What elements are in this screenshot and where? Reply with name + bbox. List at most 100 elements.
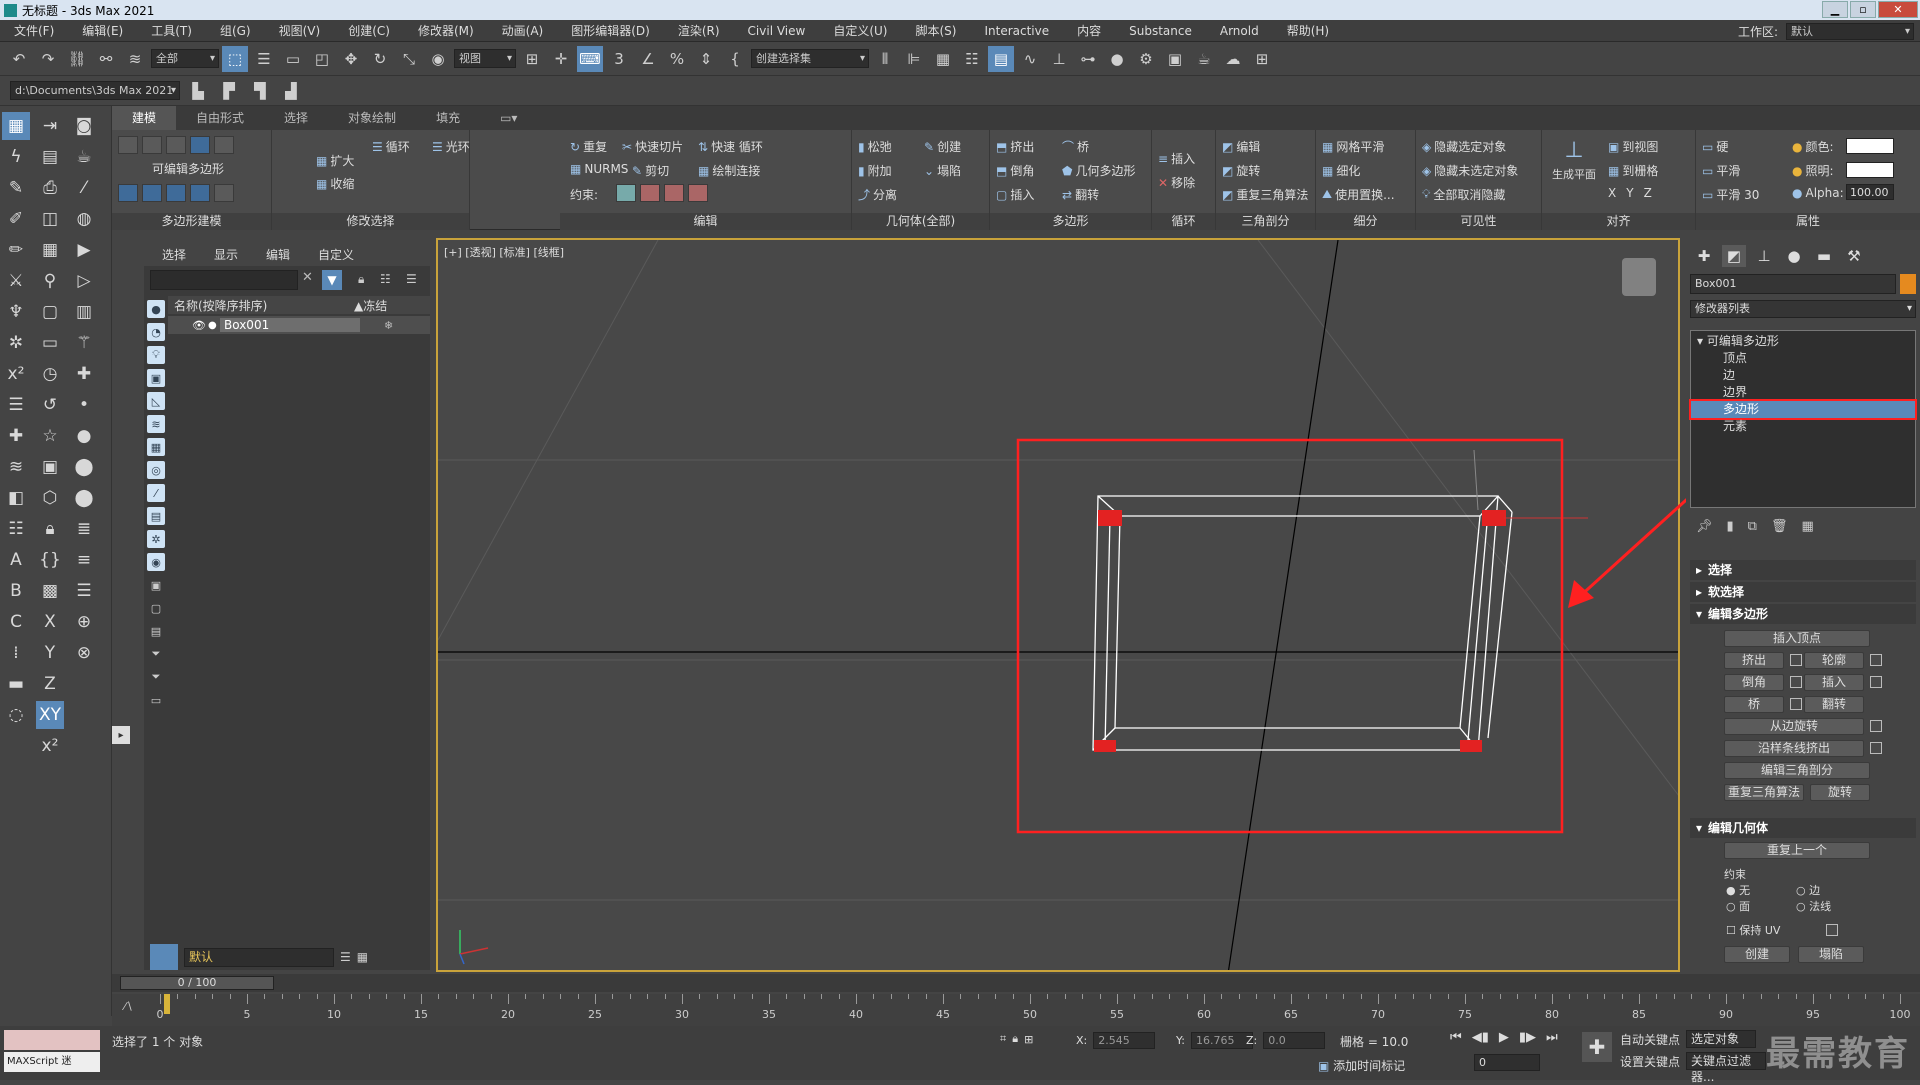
polygon-mode-button[interactable] (190, 136, 210, 154)
turn-rollout-button[interactable]: 旋转 (1810, 784, 1870, 801)
ring-button[interactable]: ☰ 光环 (432, 138, 470, 155)
hinge-settings-icon[interactable] (1870, 720, 1882, 732)
remove-modifier-icon[interactable]: 🗑︎ (1771, 519, 1788, 534)
modify-tab-icon[interactable]: ◩ (1722, 245, 1746, 267)
grid-dots-icon[interactable]: ⁞ (2, 639, 30, 667)
isolate-icon[interactable]: ⌗ (1000, 1032, 1006, 1046)
constraint-normal-radio[interactable]: ○ 法线 (1796, 898, 1831, 914)
stack-vertex[interactable]: 顶点 (1691, 350, 1915, 367)
stack-layers2-icon[interactable]: ≡ (70, 546, 98, 574)
column-name[interactable]: 名称(按降序排序) (174, 297, 354, 314)
filter-container-icon[interactable]: ▤ (147, 507, 165, 525)
element-mode-button[interactable] (214, 136, 234, 154)
unlink-icon[interactable]: ⚯ (93, 46, 119, 72)
create-tab-icon[interactable]: ✚ (1692, 245, 1716, 267)
nurms-button[interactable]: ▦ NURMS (570, 162, 628, 176)
lock-icon[interactable]: 🔒︎ (36, 515, 64, 543)
link-icon[interactable]: ⛓ (64, 46, 90, 72)
rollout-edit-geometry[interactable]: 编辑几何体 (1690, 818, 1916, 838)
paint-deform-icon[interactable]: ♆ (2, 298, 30, 326)
rendered-frame-icon[interactable]: ▣ (1162, 46, 1188, 72)
close-button[interactable]: ✕ (1878, 1, 1918, 18)
schematic-view-icon[interactable]: ⊶ (1075, 46, 1101, 72)
layer-off-icon[interactable]: ▭ (36, 329, 64, 357)
ruler-icon[interactable]: ▬ (2, 670, 30, 698)
object-name-field[interactable]: Box001 (1690, 274, 1896, 294)
filter-bone-icon[interactable]: ⁄ (147, 484, 165, 502)
axis-xy-icon[interactable]: XY (36, 701, 64, 729)
select-by-name-icon[interactable]: ☰ (251, 46, 277, 72)
ribbon-options-icon[interactable]: ▭▾ (480, 106, 537, 130)
teapot-icon[interactable]: ☕ (70, 143, 98, 171)
scale-icon[interactable]: ⤡ (396, 46, 422, 72)
grow-button[interactable]: ▦ 扩大 (316, 152, 354, 169)
angle-snap-icon[interactable]: ∠ (635, 46, 661, 72)
dope-sheet-icon[interactable]: ⊥ (1046, 46, 1072, 72)
set-key-icon[interactable]: ✚ (1582, 1032, 1612, 1062)
lock-open-icon[interactable]: ◫ (36, 205, 64, 233)
viewport-perspective[interactable]: [+] [透视] [标准] [线框] (436, 238, 1680, 972)
goto-start-icon[interactable]: ⏮ (1450, 1030, 1462, 1045)
set-key-button[interactable]: 设置关键点 (1620, 1053, 1680, 1070)
absolute-mode-icon[interactable]: ⊞ (1024, 1033, 1033, 1046)
filter-helper-icon[interactable]: ◺ (147, 392, 165, 410)
project-folder-icon[interactable]: ▙ (185, 78, 211, 104)
named-selection-set-dropdown[interactable]: 创建选择集 (751, 49, 869, 68)
selection-lock-icon[interactable]: 🔒︎ (1012, 1032, 1018, 1046)
stack-element[interactable]: 元素 (1691, 418, 1915, 435)
vertex-mode-button[interactable] (118, 136, 138, 154)
color-swatch[interactable] (1846, 138, 1894, 154)
display-tab-icon[interactable]: ▬ (1812, 245, 1836, 267)
tessellate-button[interactable]: ▦ 细化 (1322, 162, 1360, 179)
maxscript-mini[interactable]: MAXScript 迷 (4, 1052, 100, 1072)
goto-end-icon[interactable]: ⏭ (1546, 1030, 1558, 1045)
snap-x-icon[interactable]: x² (2, 360, 30, 388)
menu-arnold[interactable]: Arnold (1206, 24, 1273, 38)
flip-button[interactable]: ⇄ 翻转 (1062, 186, 1099, 203)
menu-animation[interactable]: 动画(A) (488, 22, 558, 39)
cube-icon[interactable]: ▣ (36, 453, 64, 481)
render-cloud-icon[interactable]: ☁ (1220, 46, 1246, 72)
to-view-button[interactable]: ▣ 到视图 (1608, 138, 1658, 155)
text-c-icon[interactable]: C (2, 608, 30, 636)
workspace-dropdown[interactable]: 默认 (1786, 22, 1914, 40)
edit-named-sets-icon[interactable]: { (722, 46, 748, 72)
dot-small-icon[interactable]: • (70, 391, 98, 419)
cube-small-icon[interactable]: ◧ (2, 484, 30, 512)
object-name[interactable]: Box001 (220, 318, 360, 332)
sphere-large-icon[interactable]: ⬤ (70, 484, 98, 512)
filter-geometry-icon[interactable]: ● (147, 300, 165, 318)
edit-triangulation-button[interactable]: 编辑三角剖分 (1724, 762, 1870, 779)
refresh-icon[interactable]: ↺ (36, 391, 64, 419)
hierarchy-tab-icon[interactable]: ⊥ (1752, 245, 1776, 267)
brush-icon[interactable]: ✐ (2, 205, 30, 233)
shrink-button[interactable]: ▦ 收缩 (316, 175, 354, 192)
menu-rendering[interactable]: 渲染(R) (664, 22, 734, 39)
filter-icon[interactable]: ▼ (322, 270, 342, 290)
edge-mode-button[interactable] (142, 136, 162, 154)
axis-x-icon[interactable]: X (36, 608, 64, 636)
star-icon[interactable]: ☆ (36, 422, 64, 450)
stack-polygon[interactable]: 多边形 (1689, 399, 1917, 420)
use-displacement-button[interactable]: ⛰ 使用置换... (1322, 186, 1395, 203)
layer-dropdown[interactable]: 默认 (184, 947, 334, 967)
filter-invert-icon[interactable]: ▤ (147, 622, 165, 640)
freeze-icon[interactable]: ❄ (384, 319, 393, 332)
stack-icon[interactable]: ≋ (2, 453, 30, 481)
paint-connect-button[interactable]: ▦ 绘制连接 (698, 162, 760, 179)
knife-icon[interactable]: ⚔ (2, 267, 30, 295)
expand-arrow-icon[interactable]: ▸ (112, 726, 130, 744)
smooth-button[interactable]: ▭ 平滑 (1702, 162, 1740, 179)
percent-snap-icon[interactable]: % (664, 46, 690, 72)
edit-tri-button[interactable]: ◩ 编辑 (1222, 138, 1260, 155)
outline-button[interactable]: 轮廓 (1804, 652, 1864, 669)
outline-settings-icon[interactable] (1870, 654, 1882, 666)
scene-tab-edit[interactable]: 编辑 (266, 246, 290, 263)
preserve-uv-checkbox[interactable]: ☐ 保持 UV (1726, 922, 1780, 938)
tab-object-paint[interactable]: 对象绘制 (328, 106, 416, 130)
sphere-small-icon[interactable]: ● (70, 422, 98, 450)
create-button[interactable]: ✎ 创建 (924, 138, 961, 155)
attach-button[interactable]: ▮ 附加 (858, 162, 892, 179)
layers-icon[interactable]: ☰ (2, 391, 30, 419)
snap-toggle-icon[interactable]: 3 (606, 46, 632, 72)
